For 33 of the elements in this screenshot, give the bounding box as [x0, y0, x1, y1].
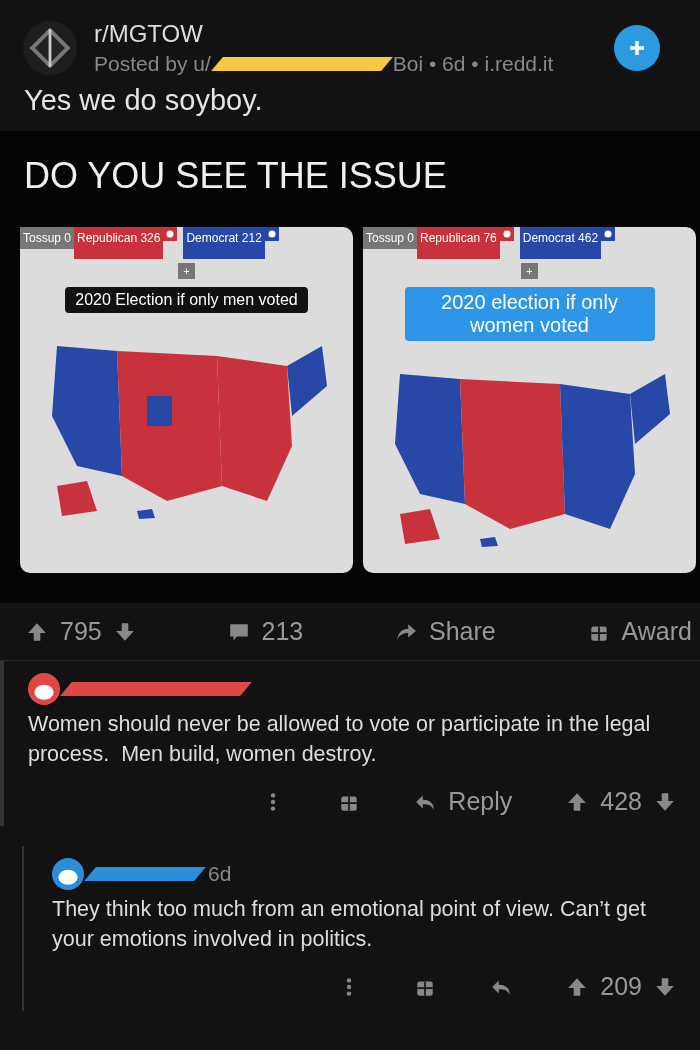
reply-button[interactable]: Reply: [414, 787, 513, 817]
avatar-icon[interactable]: [28, 673, 60, 705]
democrat-tally: Democrat 212: [183, 227, 265, 259]
vote-count: 209: [600, 972, 642, 1002]
republican-tally: Republican 76: [417, 227, 500, 259]
share-button[interactable]: Share: [395, 617, 496, 646]
comments-button[interactable]: 213: [227, 617, 304, 646]
image-headline: DO YOU SEE THE ISSUE: [24, 155, 448, 197]
avatar-icon[interactable]: [52, 858, 84, 891]
award-button[interactable]: Award: [587, 617, 692, 646]
plus-key: +: [178, 263, 195, 279]
join-button[interactable]: [614, 25, 660, 71]
subreddit-name[interactable]: r/MGTOW: [94, 20, 598, 48]
comment-text: Women should never be allowed to vote or participate in the legal process. Men build, women destroy.: [28, 711, 652, 769]
plus-key: +: [521, 263, 538, 279]
tossup-tally: Tossup 0: [20, 227, 75, 249]
map-caption: 2020 election if only women voted: [404, 287, 655, 341]
republican-tally: Republican 326: [74, 227, 164, 259]
post-title: Yes we do soyboy.: [23, 83, 264, 118]
vote-count: 795: [60, 617, 102, 646]
plus-icon: [627, 38, 647, 58]
democrat-tally: Democrat 462: [519, 227, 602, 259]
tossup-tally: Tossup 0: [363, 227, 418, 249]
posted-by-label: Posted by u/: [94, 52, 211, 76]
downvote-icon[interactable]: [654, 975, 676, 998]
vote-count: 428: [600, 787, 642, 817]
subreddit-icon[interactable]: [22, 20, 78, 76]
map-caption: 2020 Election if only men voted: [65, 287, 308, 313]
post-meta: Boi • 6d • i.redd.it: [392, 52, 554, 76]
comment-time: 6d: [208, 862, 232, 887]
downvote-icon[interactable]: [654, 790, 676, 813]
comment-text: They think too much from an emotional point of view. Can’t get your emotions involved in politics.: [52, 896, 647, 954]
post-image[interactable]: DO YOU SEE THE ISSUE Tossup 0 Republican 326 Democrat 212 + 2020 Election if only men voted Tossup 0 Republican 76 Democrat 462 + 2020 election if only women voted: [0, 131, 700, 603]
